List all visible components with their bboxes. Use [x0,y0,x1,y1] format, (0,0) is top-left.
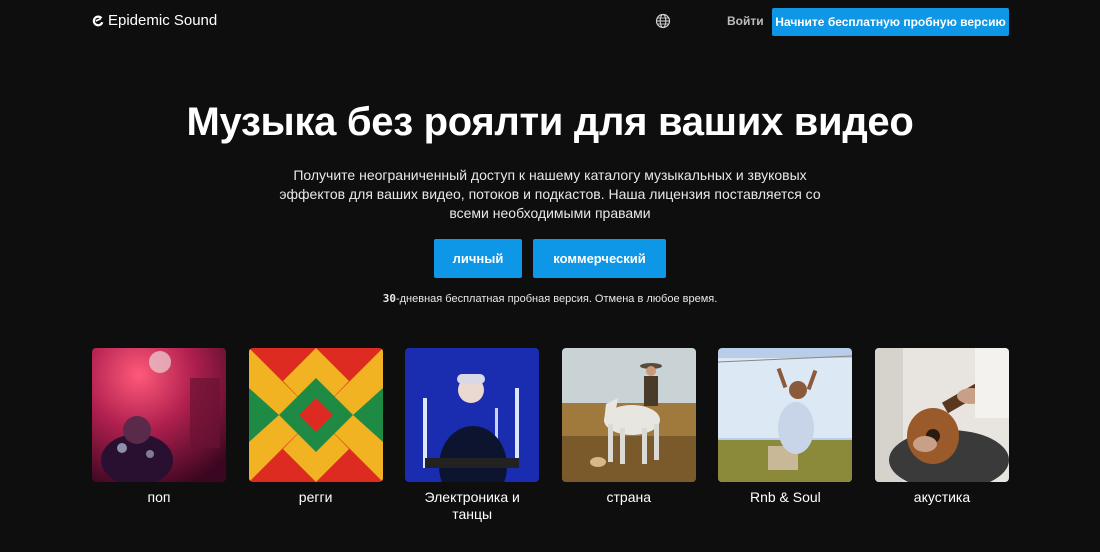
commercial-plan-button[interactable]: коммерческий [533,239,666,278]
hero-subtitle: Получите неограниченный доступ к нашему … [279,167,821,221]
genre-image-country [561,348,696,482]
brand-name: Epidemic Sound [108,12,218,29]
hero-title: Музыка без роялти для ваших видео [186,100,914,144]
genre-image-electronic-dance [405,348,540,482]
genre-card-acoustic[interactable]: акустика [874,348,1009,523]
genre-label: Rnb & Soul [749,489,821,505]
genre-card-rnb-soul[interactable]: Rnb & Soul [718,348,853,523]
login-link[interactable]: Войти [727,14,764,28]
genre-label: страна [606,489,652,505]
genre-label: Электроника и танцы [424,489,520,522]
plan-buttons: личный коммерческий [0,239,1100,278]
genre-card-reggae[interactable]: регги [248,348,383,523]
globe-icon[interactable] [655,13,671,29]
genre-card-electronic-dance[interactable]: Электроника и танцы [405,348,540,523]
genre-image-reggae [248,348,383,482]
top-navigation: Epidemic Sound Войти Начните бесплатную … [0,0,1100,44]
genre-image-rnb-soul [718,348,853,482]
genre-label: акустика [913,489,971,505]
trial-note: 30-дневная бесплатная пробная версия. От… [0,292,1100,305]
genre-label: поп [147,489,171,505]
genre-image-pop [92,348,226,482]
genre-label: регги [298,489,333,505]
trial-days: 30 [382,292,396,305]
genre-image-acoustic [874,348,1009,482]
genre-card-country[interactable]: страна [561,348,696,523]
personal-plan-button[interactable]: личный [434,239,522,278]
epidemic-logo-icon [92,15,104,26]
trial-note-text: -дневная бесплатная пробная версия. Отме… [395,293,718,305]
genre-card-pop[interactable]: поп [92,348,226,523]
brand-logo[interactable]: Epidemic Sound [92,12,217,29]
genre-grid: поп регги Электроника и танцы страна Rnb… [92,348,1009,523]
start-trial-button[interactable]: Начните бесплатную пробную версию [772,8,1009,36]
